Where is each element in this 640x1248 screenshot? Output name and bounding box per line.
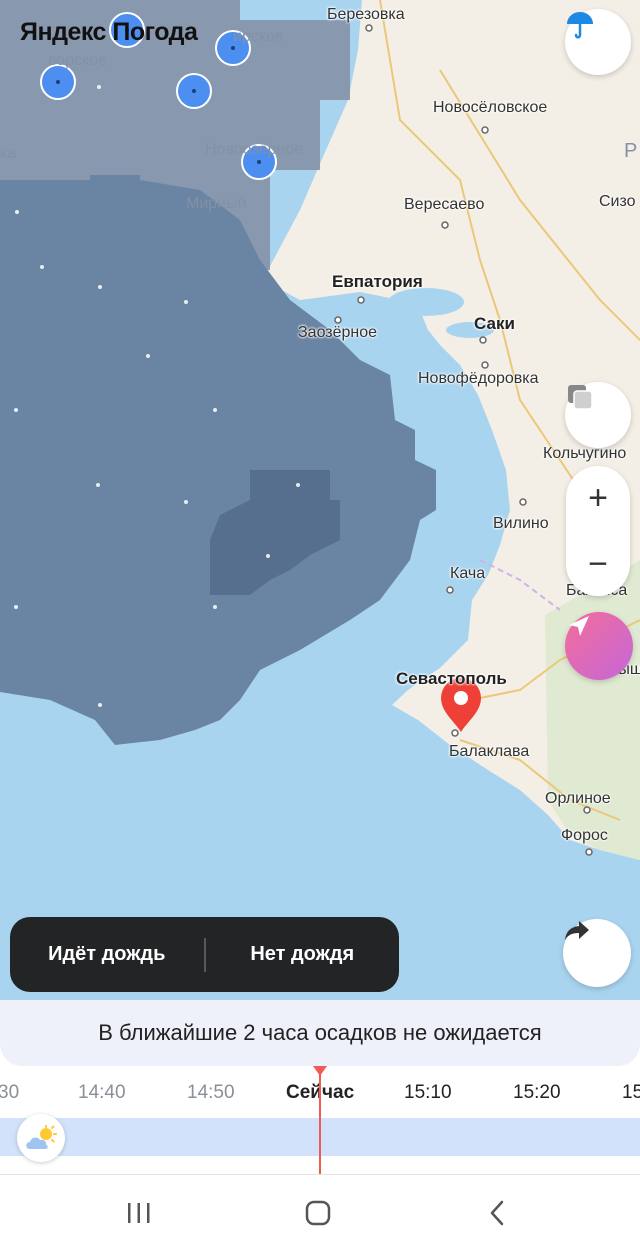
umbrella-icon [567,12,593,39]
city-label: Мирный [186,195,247,212]
home-button[interactable] [288,1193,348,1233]
app-brand: Яндекс Погода [20,18,198,46]
recents-button[interactable] [109,1193,169,1233]
precipitation-button[interactable] [565,9,631,75]
time-tick: 15:20 [513,1082,561,1103]
city-label: Вилино [493,515,549,532]
no-rain-option[interactable]: Нет дождя [206,943,400,966]
city-label: Саки [474,314,515,333]
navigation-arrow-icon [569,616,589,636]
locate-button[interactable] [565,612,633,680]
raining-option[interactable]: Идёт дождь [10,943,204,966]
precipitation-map[interactable]: Березовка Новосёловское Вересаево Евпато… [0,0,640,1010]
zoom-out-button[interactable]: − [566,532,630,596]
city-label: Балаклава [449,743,530,760]
city-label: ворское [48,52,108,69]
city-label: Березовка [327,6,405,23]
layers-button[interactable] [565,382,631,448]
time-tick: 30 [0,1082,20,1103]
city-label: Сизо [599,193,636,210]
share-arrow-icon [565,921,589,940]
forecast-text: В ближайшие 2 часа осадков не ожидается [98,1020,542,1045]
share-button[interactable] [563,919,631,987]
partly-cloudy-icon [26,1125,57,1149]
system-navbar [0,1174,640,1248]
city-label: Форос [561,827,608,844]
city-label: ка [0,145,17,162]
now-indicator [319,1066,321,1174]
time-tick: 15:10 [404,1082,452,1103]
city-label: Заозёрное [298,324,378,341]
layers-icon [568,385,593,410]
city-label: ирское [233,28,284,45]
city-label: Севастополь [396,669,507,688]
city-label: Кача [450,565,486,582]
city-label: Евпатория [332,272,423,291]
zoom-in-button[interactable]: + [566,466,630,530]
back-button[interactable] [467,1193,527,1233]
rain-toggle: Идёт дождь Нет дождя [10,917,399,992]
recents-icon [128,1203,150,1223]
forecast-summary: В ближайшие 2 часа осадков не ожидается [0,1000,640,1066]
precipitation-timeline[interactable]: 30 14:40 14:50 Сейчас 15:10 15:20 15 [0,1066,640,1174]
time-tick: 15 [622,1082,640,1103]
now-marker [313,1066,327,1076]
time-tick: 14:50 [187,1082,235,1103]
city-label: Кольчугино [543,445,627,462]
time-tick: 14:40 [78,1082,126,1103]
city-label: Новосёловское [433,99,548,116]
city-label: Вересаево [404,196,485,213]
map-canvas [0,0,640,1010]
back-icon [490,1200,504,1226]
city-label: Новоозёрное [205,141,304,158]
city-label: Новофёдоровка [418,370,539,387]
zoom-controls: + − [566,466,630,596]
city-label: Р [624,140,638,162]
weather-badge [17,1114,65,1162]
city-label: Орлиное [545,790,611,807]
home-icon [305,1200,331,1226]
